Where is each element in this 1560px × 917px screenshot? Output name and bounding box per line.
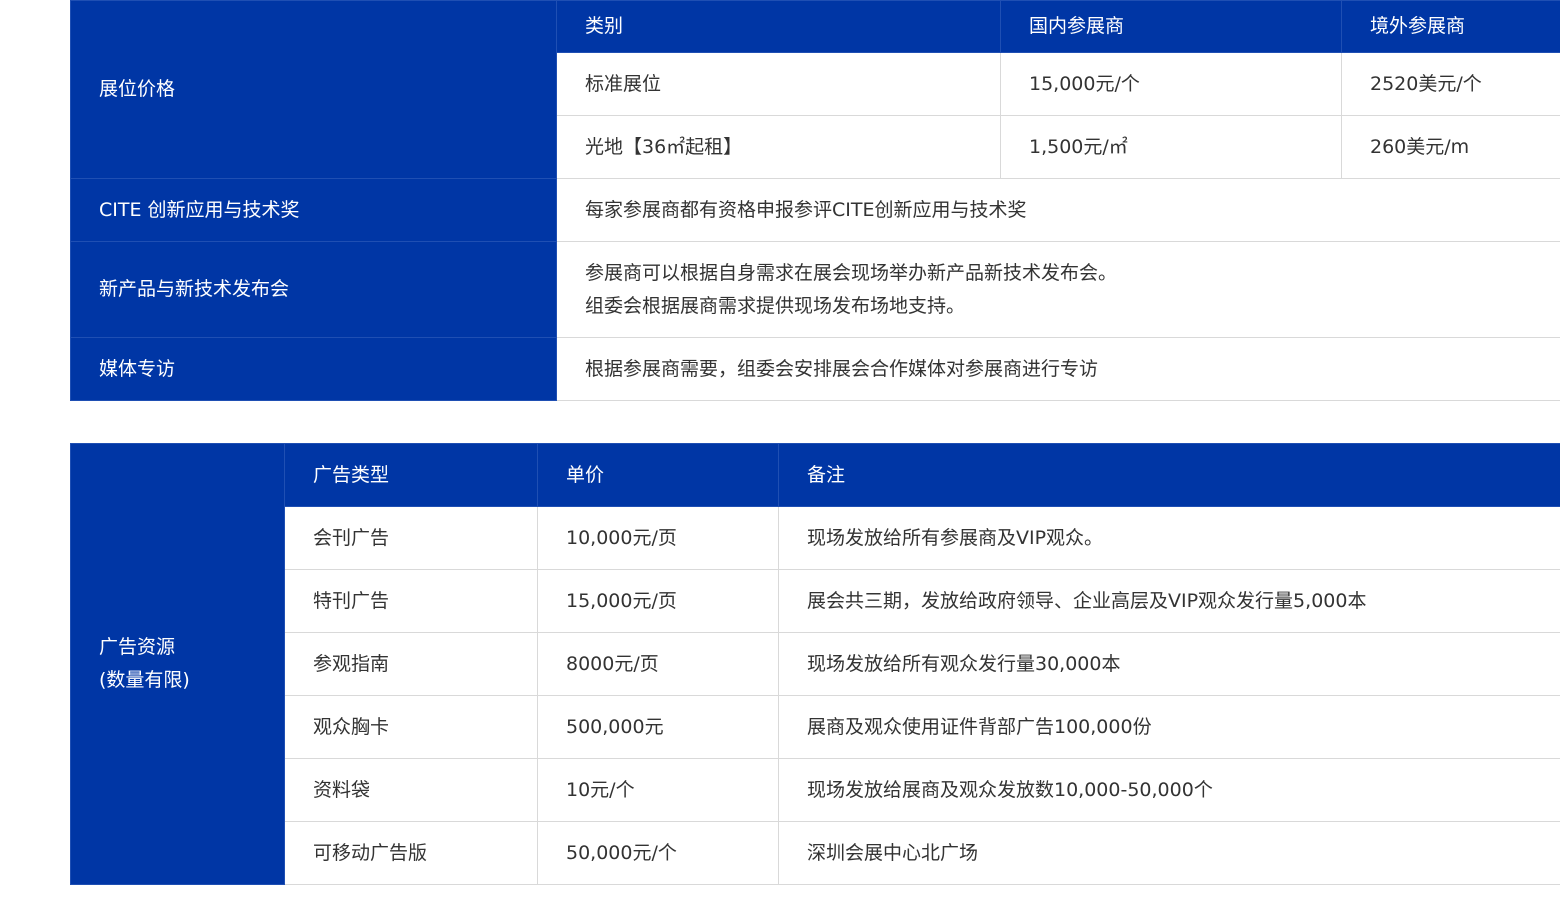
ad-type-cell: 观众胸卡 — [284, 695, 538, 759]
ad-price-cell: 10,000元/页 — [537, 506, 779, 570]
ad-type-cell: 特刊广告 — [284, 569, 538, 633]
service-row-interview: 媒体专访 根据参展商需要，组委会安排展会合作媒体对参展商进行专访 — [70, 337, 1560, 401]
ad-price-cell: 15,000元/页 — [537, 569, 779, 633]
header-remarks: 备注 — [778, 443, 1560, 507]
ad-resources-label-line2: (数量有限) — [99, 669, 190, 691]
ad-row: 可移动广告版 50,000元/个 深圳会展中心北广场 — [71, 821, 1560, 885]
ad-remark-cell: 展会共三期，发放给政府领导、企业高层及VIP观众发行量5,000本 — [778, 569, 1560, 633]
booth-price-label: 展位价格 — [70, 0, 557, 179]
ad-price-cell: 500,000元 — [537, 695, 779, 759]
header-category: 类别 — [556, 0, 1001, 53]
header-unit-price: 单价 — [537, 443, 779, 507]
overseas-price-cell: 260美元/m — [1341, 115, 1560, 179]
booth-type-cell: 光地【36㎡起租】 — [556, 115, 1001, 179]
service-description: 每家参展商都有资格申报参评CITE创新应用与技术奖 — [556, 178, 1560, 242]
ad-resources-label-line1: 广告资源 — [99, 636, 176, 658]
ad-remark-cell: 深圳会展中心北广场 — [778, 821, 1560, 885]
ad-resources-label: 广告资源 (数量有限) — [70, 443, 285, 885]
service-description-line: 每家参展商都有资格申报参评CITE创新应用与技术奖 — [585, 198, 1027, 221]
ad-row: 观众胸卡 500,000元 展商及观众使用证件背部广告100,000份 — [71, 695, 1560, 759]
header-overseas-exhibitor: 境外参展商 — [1341, 0, 1560, 53]
ad-header-row: 广告资源 (数量有限) 广告类型 单价 备注 — [70, 443, 1560, 885]
service-label: 媒体专访 — [70, 337, 557, 401]
booth-pricing-table: 展位价格 类别 国内参展商 境外参展商 标准展位 15,000元/个 2520美… — [70, 0, 1560, 401]
ad-remark-cell: 现场发放给所有参展商及VIP观众。 — [778, 506, 1560, 570]
domestic-price-cell: 15,000元/个 — [1000, 52, 1342, 116]
ad-row: 会刊广告 10,000元/页 现场发放给所有参展商及VIP观众。 — [71, 506, 1560, 570]
header-domestic-exhibitor: 国内参展商 — [1000, 0, 1342, 53]
ad-remark-cell: 现场发放给所有观众发行量30,000本 — [778, 632, 1560, 696]
domestic-price-cell: 1,500元/㎡ — [1000, 115, 1342, 179]
ad-resources-table: 广告资源 (数量有限) 广告类型 单价 备注 会刊广告 10,000元/页 现场… — [70, 443, 1560, 885]
ad-remark-cell: 展商及观众使用证件背部广告100,000份 — [778, 695, 1560, 759]
ad-type-cell: 会刊广告 — [284, 506, 538, 570]
service-label: 新产品与新技术发布会 — [70, 241, 557, 338]
booth-header-row: 展位价格 类别 国内参展商 境外参展商 — [70, 0, 1560, 179]
service-row-award: CITE 创新应用与技术奖 每家参展商都有资格申报参评CITE创新应用与技术奖 — [70, 178, 1560, 242]
service-label: CITE 创新应用与技术奖 — [70, 178, 557, 242]
ad-row: 资料袋 10元/个 现场发放给展商及观众发放数10,000-50,000个 — [71, 758, 1560, 822]
service-description-line: 参展商可以根据自身需求在展会现场举办新产品新技术发布会。 — [585, 261, 1118, 284]
ad-remark-cell: 现场发放给展商及观众发放数10,000-50,000个 — [778, 758, 1560, 822]
service-description: 参展商可以根据自身需求在展会现场举办新产品新技术发布会。 组委会根据展商需求提供… — [556, 241, 1560, 338]
ad-price-cell: 8000元/页 — [537, 632, 779, 696]
overseas-price-cell: 2520美元/个 — [1341, 52, 1560, 116]
ad-type-cell: 可移动广告版 — [284, 821, 538, 885]
service-description: 根据参展商需要，组委会安排展会合作媒体对参展商进行专访 — [556, 337, 1560, 401]
service-description-line: 根据参展商需要，组委会安排展会合作媒体对参展商进行专访 — [585, 357, 1099, 380]
booth-type-cell: 标准展位 — [556, 52, 1001, 116]
ad-price-cell: 50,000元/个 — [537, 821, 779, 885]
service-description-line: 组委会根据展商需求提供现场发布场地支持。 — [585, 294, 966, 317]
ad-row: 特刊广告 15,000元/页 展会共三期，发放给政府领导、企业高层及VIP观众发… — [71, 569, 1560, 633]
header-ad-type: 广告类型 — [284, 443, 538, 507]
ad-row: 参观指南 8000元/页 现场发放给所有观众发行量30,000本 — [71, 632, 1560, 696]
service-row-launch: 新产品与新技术发布会 参展商可以根据自身需求在展会现场举办新产品新技术发布会。 … — [70, 241, 1560, 338]
ad-type-cell: 资料袋 — [284, 758, 538, 822]
ad-price-cell: 10元/个 — [537, 758, 779, 822]
ad-type-cell: 参观指南 — [284, 632, 538, 696]
